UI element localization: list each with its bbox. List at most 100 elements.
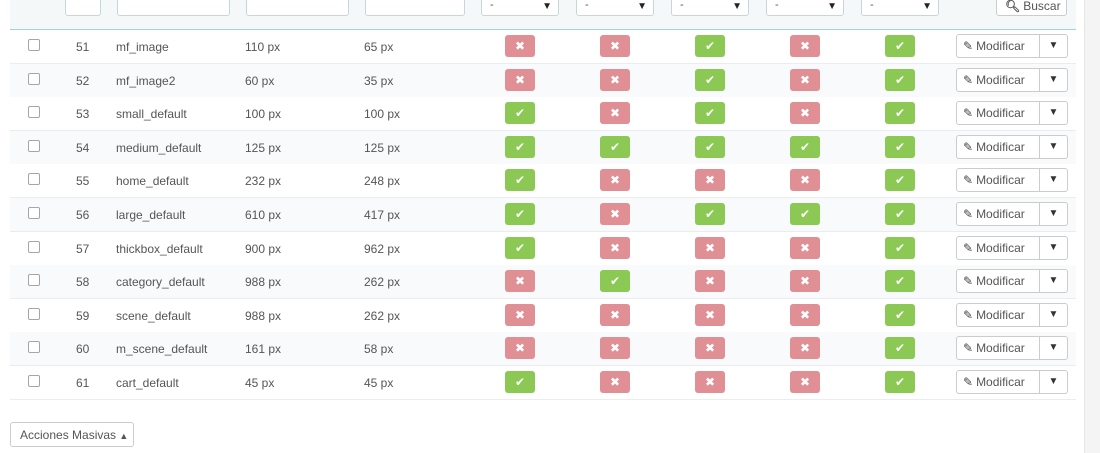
filter-name-input[interactable] — [117, 0, 230, 16]
actions-dropdown-toggle[interactable]: ▼ — [1040, 67, 1068, 92]
status-4-cross-icon[interactable]: ✖ — [790, 371, 820, 393]
status-2-cross-icon[interactable]: ✖ — [600, 169, 630, 192]
status-5-check-icon[interactable]: ✔ — [885, 35, 915, 57]
row-checkbox[interactable] — [28, 139, 40, 152]
actions-dropdown-toggle[interactable]: ▼ — [1040, 370, 1068, 394]
status-3-cross-icon[interactable]: ✖ — [695, 337, 725, 360]
row-checkbox[interactable] — [28, 375, 40, 387]
status-5-check-icon[interactable]: ✔ — [885, 203, 915, 225]
status-2-cross-icon[interactable]: ✖ — [600, 35, 630, 57]
edit-button[interactable]: ✎ Modificar — [956, 134, 1040, 159]
status-2-cross-icon[interactable]: ✖ — [600, 337, 630, 360]
filter-products-select[interactable]: - ▼ — [481, 0, 559, 16]
actions-dropdown-toggle[interactable]: ▼ — [1040, 101, 1068, 126]
status-2-check-icon[interactable]: ✔ — [600, 135, 630, 158]
status-5-check-icon[interactable]: ✔ — [885, 135, 915, 158]
search-button[interactable]: 🔍︎ Buscar — [996, 0, 1067, 16]
status-3-check-icon[interactable]: ✔ — [695, 102, 725, 125]
status-1-cross-icon[interactable]: ✖ — [505, 337, 535, 360]
actions-dropdown-toggle[interactable]: ▼ — [1040, 336, 1068, 361]
status-1-check-icon[interactable]: ✔ — [505, 203, 535, 225]
edit-button[interactable]: ✎ Modificar — [956, 370, 1040, 394]
edit-button[interactable]: ✎ Modificar — [956, 34, 1040, 58]
status-4-check-icon[interactable]: ✔ — [790, 203, 820, 225]
status-1-cross-icon[interactable]: ✖ — [505, 303, 535, 326]
filter-height-input[interactable] — [365, 0, 465, 16]
row-checkbox[interactable] — [28, 106, 40, 119]
status-3-check-icon[interactable]: ✔ — [695, 35, 725, 57]
status-3-check-icon[interactable]: ✔ — [695, 135, 725, 158]
status-5-check-icon[interactable]: ✔ — [885, 371, 915, 393]
row-checkbox[interactable] — [28, 307, 40, 320]
row-checkbox[interactable] — [28, 240, 40, 253]
status-4-cross-icon[interactable]: ✖ — [790, 303, 820, 326]
status-1-check-icon[interactable]: ✔ — [505, 135, 535, 158]
status-5-check-icon[interactable]: ✔ — [885, 236, 915, 259]
status-1-check-icon[interactable]: ✔ — [505, 236, 535, 259]
filter-stores-select[interactable]: - ▼ — [861, 0, 939, 16]
edit-button[interactable]: ✎ Modificar — [956, 269, 1040, 294]
status-3-check-icon[interactable]: ✔ — [695, 68, 725, 91]
status-4-check-icon[interactable]: ✔ — [790, 135, 820, 158]
filter-suppliers-select[interactable]: - ▼ — [766, 0, 844, 16]
status-1-check-icon[interactable]: ✔ — [505, 102, 535, 125]
status-2-cross-icon[interactable]: ✖ — [600, 68, 630, 91]
status-5-check-icon[interactable]: ✔ — [885, 169, 915, 192]
edit-button[interactable]: ✎ Modificar — [956, 235, 1040, 260]
status-2-cross-icon[interactable]: ✖ — [600, 102, 630, 125]
status-5-check-icon[interactable]: ✔ — [885, 102, 915, 125]
edit-button[interactable]: ✎ Modificar — [956, 336, 1040, 361]
edit-button[interactable]: ✎ Modificar — [956, 302, 1040, 327]
status-2-cross-icon[interactable]: ✖ — [600, 236, 630, 259]
actions-dropdown-toggle[interactable]: ▼ — [1040, 269, 1068, 294]
row-checkbox[interactable] — [28, 72, 40, 85]
row-checkbox[interactable] — [28, 274, 40, 287]
status-4-cross-icon[interactable]: ✖ — [790, 169, 820, 192]
row-checkbox[interactable] — [28, 173, 40, 186]
actions-dropdown-toggle[interactable]: ▼ — [1040, 134, 1068, 159]
status-1-cross-icon[interactable]: ✖ — [505, 270, 535, 293]
status-4-cross-icon[interactable]: ✖ — [790, 102, 820, 125]
row-checkbox[interactable] — [28, 207, 40, 219]
status-2-cross-icon[interactable]: ✖ — [600, 203, 630, 225]
row-checkbox[interactable] — [28, 341, 40, 354]
filter-categories-select[interactable]: - ▼ — [576, 0, 654, 16]
actions-dropdown-toggle[interactable]: ▼ — [1040, 202, 1068, 226]
bulk-actions-button[interactable]: Acciones Masivas ▲ — [10, 422, 134, 447]
status-1-cross-icon[interactable]: ✖ — [505, 68, 535, 91]
edit-button[interactable]: ✎ Modificar — [956, 168, 1040, 193]
actions-dropdown-toggle[interactable]: ▼ — [1040, 168, 1068, 193]
status-4-cross-icon[interactable]: ✖ — [790, 35, 820, 57]
status-4-cross-icon[interactable]: ✖ — [790, 68, 820, 91]
status-4-cross-icon[interactable]: ✖ — [790, 337, 820, 360]
edit-button[interactable]: ✎ Modificar — [956, 101, 1040, 126]
edit-button[interactable]: ✎ Modificar — [956, 202, 1040, 226]
filter-id-input[interactable] — [65, 0, 101, 16]
status-5-check-icon[interactable]: ✔ — [885, 303, 915, 326]
status-5-check-icon[interactable]: ✔ — [885, 68, 915, 91]
status-2-cross-icon[interactable]: ✖ — [600, 303, 630, 326]
status-5-check-icon[interactable]: ✔ — [885, 337, 915, 360]
status-4-cross-icon[interactable]: ✖ — [790, 270, 820, 293]
edit-button[interactable]: ✎ Modificar — [956, 67, 1040, 92]
status-3-cross-icon[interactable]: ✖ — [695, 169, 725, 192]
status-2-check-icon[interactable]: ✔ — [600, 270, 630, 293]
status-3-check-icon[interactable]: ✔ — [695, 203, 725, 225]
status-2-cross-icon[interactable]: ✖ — [600, 371, 630, 393]
status-3-cross-icon[interactable]: ✖ — [695, 270, 725, 293]
status-1-check-icon[interactable]: ✔ — [505, 371, 535, 393]
status-5-check-icon[interactable]: ✔ — [885, 270, 915, 293]
scrollbar[interactable] — [1084, 0, 1100, 453]
filter-manufacturers-select[interactable]: - ▼ — [671, 0, 749, 16]
status-1-check-icon[interactable]: ✔ — [505, 169, 535, 192]
actions-dropdown-toggle[interactable]: ▼ — [1040, 34, 1068, 58]
row-checkbox[interactable] — [28, 39, 40, 51]
filter-width-input[interactable] — [246, 0, 349, 16]
status-3-cross-icon[interactable]: ✖ — [695, 303, 725, 326]
actions-dropdown-toggle[interactable]: ▼ — [1040, 302, 1068, 327]
actions-dropdown-toggle[interactable]: ▼ — [1040, 235, 1068, 260]
status-4-cross-icon[interactable]: ✖ — [790, 236, 820, 259]
status-1-cross-icon[interactable]: ✖ — [505, 35, 535, 57]
status-3-cross-icon[interactable]: ✖ — [695, 371, 725, 393]
status-3-cross-icon[interactable]: ✖ — [695, 236, 725, 259]
